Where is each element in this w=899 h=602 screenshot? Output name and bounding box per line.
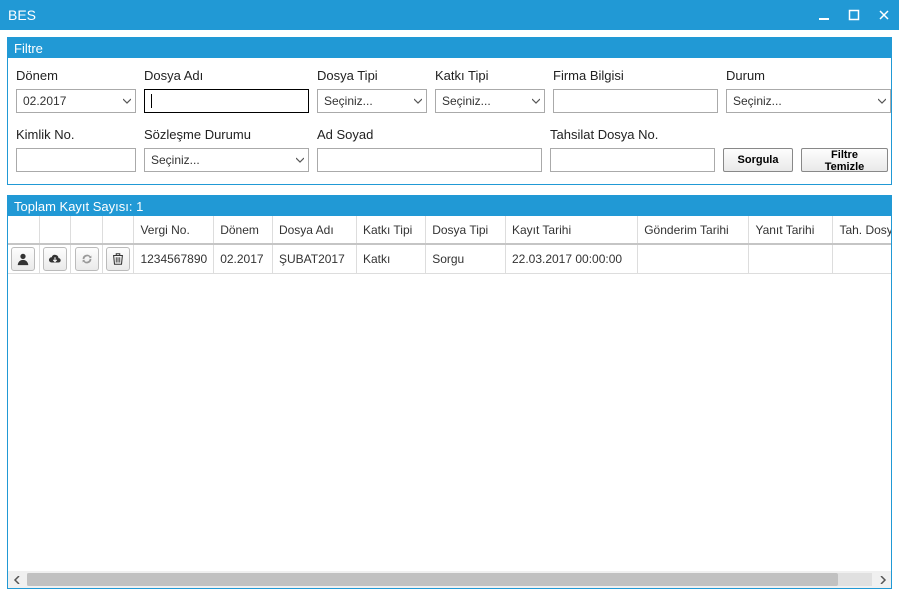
filtre-temizle-button[interactable]: Filtre Temizle xyxy=(801,148,888,172)
label-firma-bilgisi: Firma Bilgisi xyxy=(553,68,718,83)
close-icon[interactable] xyxy=(877,8,891,22)
cell-donem: 02.2017 xyxy=(214,244,273,274)
ad-soyad-input[interactable] xyxy=(317,148,542,172)
filter-panel: Filtre Dönem Dosya Adı Dosya Tipi Katkı … xyxy=(7,37,892,185)
col-dosya-adi[interactable]: Dosya Adı xyxy=(272,216,356,244)
firma-bilgisi-input[interactable] xyxy=(553,89,718,113)
label-dosya-adi: Dosya Adı xyxy=(144,68,309,83)
label-donem: Dönem xyxy=(16,68,136,83)
label-katki-tipi: Katkı Tipi xyxy=(435,68,545,83)
col-yanit-tarihi[interactable]: Yanıt Tarihi xyxy=(749,216,833,244)
cell-yanit-tarihi xyxy=(749,244,833,274)
col-kayit-tarihi[interactable]: Kayıt Tarihi xyxy=(505,216,637,244)
refresh-icon[interactable] xyxy=(75,247,99,271)
kimlik-no-input[interactable] xyxy=(16,148,136,172)
results-summary: Toplam Kayıt Sayısı: 1 xyxy=(8,196,891,216)
cell-dosya-tipi: Sorgu xyxy=(426,244,506,274)
dosya-adi-input[interactable] xyxy=(144,89,309,113)
col-vergi-no[interactable]: Vergi No. xyxy=(134,216,214,244)
cell-kayit-tarihi: 22.03.2017 00:00:00 xyxy=(505,244,637,274)
table-header-row: Vergi No. Dönem Dosya Adı Katkı Tipi Dos… xyxy=(8,216,891,244)
katki-tipi-value: Seçiniz... xyxy=(442,94,491,108)
cloud-download-icon[interactable] xyxy=(43,247,67,271)
results-table: Vergi No. Dönem Dosya Adı Katkı Tipi Dos… xyxy=(8,216,891,274)
donem-value: 02.2017 xyxy=(23,94,66,108)
results-panel: Toplam Kayıt Sayısı: 1 Vergi No. Dönem xyxy=(7,195,892,589)
window-titlebar: BES xyxy=(0,0,899,30)
scroll-track[interactable] xyxy=(27,573,872,586)
label-dosya-tipi: Dosya Tipi xyxy=(317,68,427,83)
sozlesme-durumu-value: Seçiniz... xyxy=(151,153,200,167)
label-sozlesme-durumu: Sözleşme Durumu xyxy=(144,127,309,142)
filter-panel-header: Filtre xyxy=(8,38,891,58)
horizontal-scrollbar[interactable] xyxy=(8,571,891,588)
col-gonderim-tarihi[interactable]: Gönderim Tarihi xyxy=(638,216,749,244)
cell-gonderim-tarihi xyxy=(638,244,749,274)
donem-select[interactable]: 02.2017 xyxy=(16,89,136,113)
durum-select[interactable]: Seçiniz... xyxy=(726,89,891,113)
results-grid-scroll[interactable]: Vergi No. Dönem Dosya Adı Katkı Tipi Dos… xyxy=(8,216,891,571)
col-katki-tipi[interactable]: Katkı Tipi xyxy=(356,216,425,244)
cell-vergi-no: 1234567890 xyxy=(134,244,214,274)
dosya-tipi-select[interactable]: Seçiniz... xyxy=(317,89,427,113)
cell-tah-dosya-no xyxy=(833,244,891,274)
label-ad-soyad: Ad Soyad xyxy=(317,127,542,142)
scroll-left-icon[interactable] xyxy=(8,571,25,588)
chevron-down-icon xyxy=(878,97,886,105)
table-row[interactable]: 1234567890 02.2017 ŞUBAT2017 Katkı Sorgu… xyxy=(8,244,891,274)
durum-value: Seçiniz... xyxy=(733,94,782,108)
text-caret xyxy=(151,94,152,108)
minimize-icon[interactable] xyxy=(817,8,831,22)
trash-icon[interactable] xyxy=(106,247,130,271)
chevron-down-icon xyxy=(123,97,131,105)
label-kimlik-no: Kimlik No. xyxy=(16,127,136,142)
label-tahsilat-dosya-no: Tahsilat Dosya No. xyxy=(550,127,715,142)
cell-katki-tipi: Katkı xyxy=(356,244,425,274)
chevron-down-icon xyxy=(414,97,422,105)
chevron-down-icon xyxy=(296,156,304,164)
window-controls xyxy=(817,8,891,22)
user-icon[interactable] xyxy=(11,247,35,271)
sorgula-button[interactable]: Sorgula xyxy=(723,148,793,172)
scroll-thumb[interactable] xyxy=(27,573,838,586)
window-title: BES xyxy=(8,7,817,23)
scroll-right-icon[interactable] xyxy=(874,571,891,588)
chevron-down-icon xyxy=(532,97,540,105)
dosya-tipi-value: Seçiniz... xyxy=(324,94,373,108)
katki-tipi-select[interactable]: Seçiniz... xyxy=(435,89,545,113)
col-donem[interactable]: Dönem xyxy=(214,216,273,244)
col-tah-dosya-no[interactable]: Tah. Dosya No. xyxy=(833,216,891,244)
sozlesme-durumu-select[interactable]: Seçiniz... xyxy=(144,148,309,172)
col-dosya-tipi[interactable]: Dosya Tipi xyxy=(426,216,506,244)
maximize-icon[interactable] xyxy=(847,8,861,22)
tahsilat-dosya-no-input[interactable] xyxy=(550,148,715,172)
label-durum: Durum xyxy=(726,68,891,83)
cell-dosya-adi: ŞUBAT2017 xyxy=(272,244,356,274)
